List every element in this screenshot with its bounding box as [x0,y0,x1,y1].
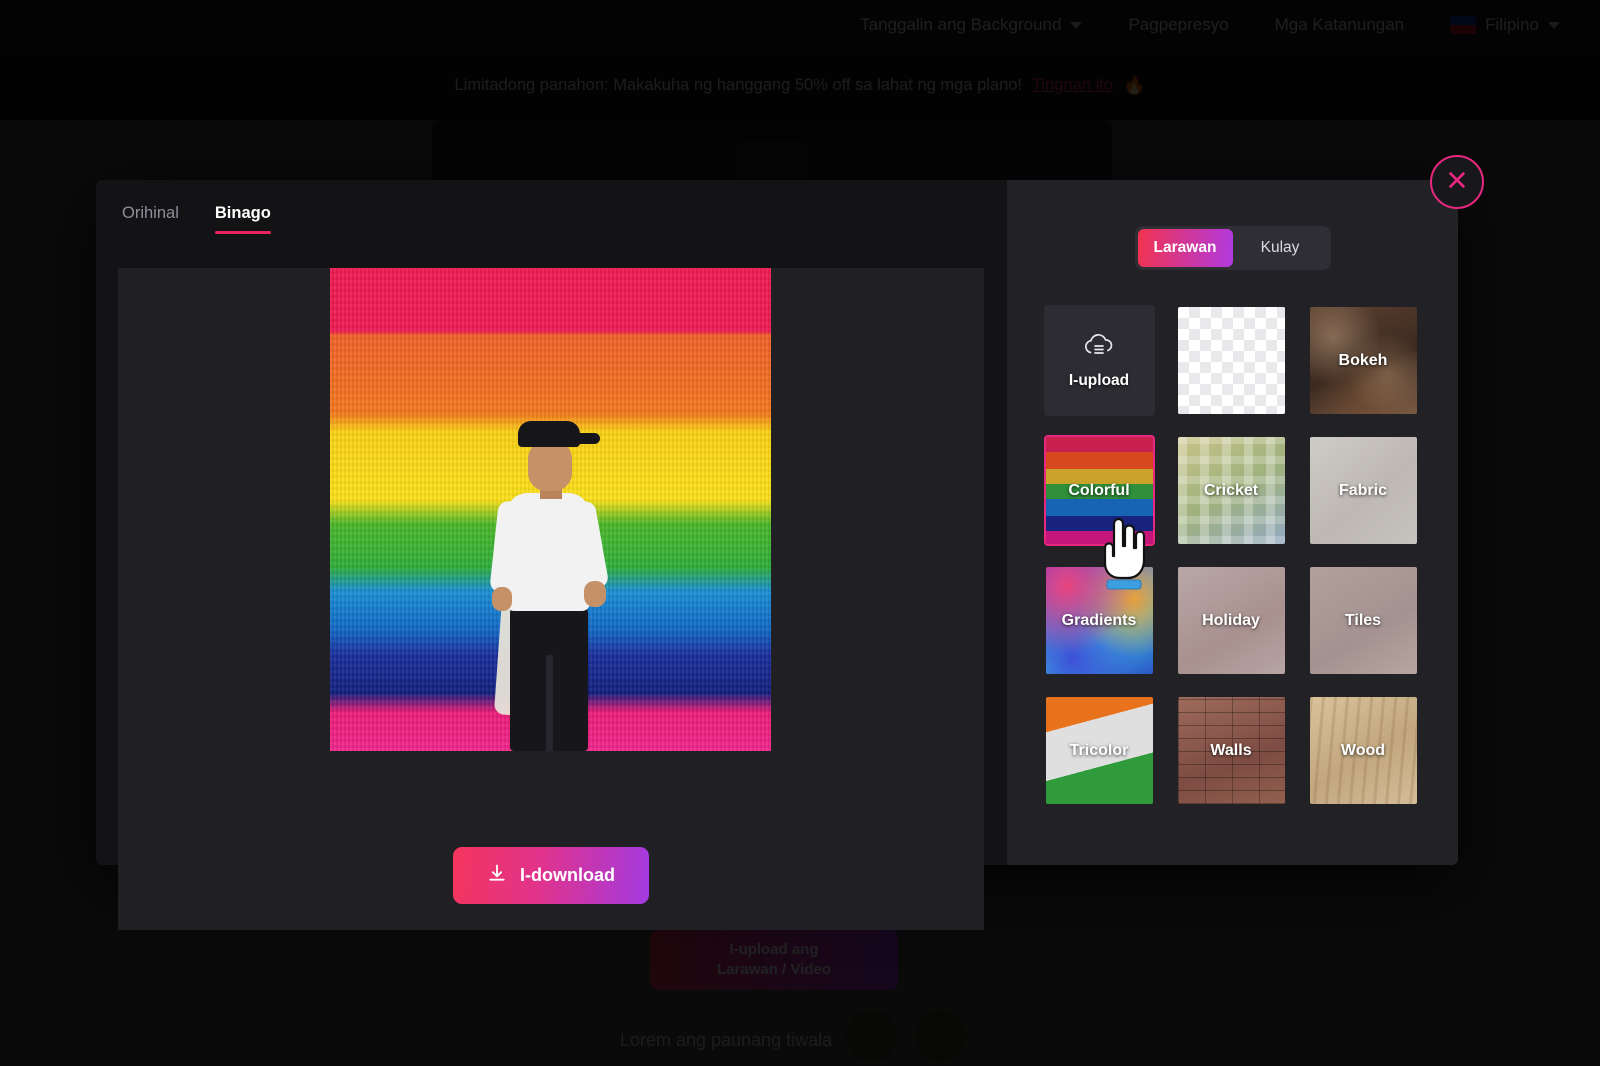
background-option-bokeh-label: Bokeh [1338,351,1388,369]
background-option-gradients-label: Gradients [1061,611,1137,629]
nav-label-pricing: Pagpepresyo [1128,15,1229,34]
tab-original[interactable]: Orihinal [122,204,179,234]
background-option-cricket[interactable]: Cricket [1176,435,1287,546]
nav-item-remove-background[interactable]: Tanggalin ang Background [860,15,1083,35]
picker-mode-toggle: Larawan Kulay [1134,226,1331,270]
close-icon [1446,169,1468,196]
background-option-wood[interactable]: Wood [1308,695,1419,806]
upload-cta-line1: I-upload ang [729,940,819,958]
app-root: Tanggalin ang Background Pagpepresyo Mga… [0,0,1600,1066]
subject-person [480,421,630,751]
upload-cta-line2: Larawan / Video [717,961,831,978]
upload-cta-button[interactable]: I-upload ang Larawan / Video [650,930,898,990]
background-option-gradients[interactable]: Gradients [1044,565,1155,676]
promo-text: Limitadong panahon: Makakuha ng hanggang… [454,75,1023,94]
avatar-1 [845,1010,897,1062]
result-image [330,268,771,751]
cloud-upload-icon [1082,332,1116,363]
background-option-bokeh[interactable]: Bokeh [1308,305,1419,416]
language-selector[interactable]: Filipino [1450,15,1560,35]
background-option-walls-label: Walls [1210,741,1252,759]
background-option-tricolor[interactable]: Tricolor [1044,695,1155,806]
nav-item-pricing[interactable]: Pagpepresyo [1128,15,1228,35]
background-grid: I-upload Bokeh Colorful Cricket Fabric G… [1043,305,1422,806]
top-navigation: Tanggalin ang Background Pagpepresyo Mga… [0,0,1600,50]
preview-tabs: Orihinal Binago [96,204,1007,234]
background-option-cricket-label: Cricket [1203,481,1259,499]
footnote-text: Lorem ang paunang tiwala [620,1030,833,1050]
promo-link[interactable]: Tingnan ito [1032,76,1113,95]
person-cap [518,421,600,447]
fire-icon: 🔥 [1123,74,1146,95]
chevron-down-icon [1070,21,1083,29]
person-legs [510,603,588,751]
nav-label-faq: Mga Katanungan [1274,15,1405,34]
background-option-tricolor-label: Tricolor [1069,741,1129,759]
background-option-holiday[interactable]: Holiday [1176,565,1287,676]
nav-item-faq[interactable]: Mga Katanungan [1275,15,1405,35]
transparent-checkerboard [1177,307,1285,414]
flag-icon [1450,16,1477,34]
background-option-tiles-label: Tiles [1344,611,1382,629]
promo-banner: Limitadong panahon: Makakuha ng hanggang… [0,50,1600,120]
background-option-upload[interactable]: I-upload [1043,305,1155,416]
background-option-colorful[interactable]: Colorful [1043,435,1155,546]
language-label: Filipino [1485,15,1539,34]
background-option-walls[interactable]: Walls [1176,695,1287,806]
person-right-hand [584,581,606,607]
background-option-wood-label: Wood [1340,741,1386,759]
editor-modal: Orihinal Binago I-download Larawan Kulay… [96,180,1458,930]
download-button[interactable]: I-download [453,847,649,904]
tab-edited[interactable]: Binago [214,204,271,234]
download-row: I-download [118,847,984,904]
download-button-label: I-download [520,865,615,885]
segment-image[interactable]: Larawan [1137,229,1233,267]
background-option-upload-label: I-upload [1068,371,1130,389]
background-option-fabric[interactable]: Fabric [1308,435,1419,546]
person-torso [506,493,590,611]
nav-label-remove-background: Tanggalin ang Background [860,15,1062,34]
preview-pane: Orihinal Binago I-download [96,180,1007,930]
background-option-holiday-label: Holiday [1202,611,1260,629]
person-left-hand [492,587,512,611]
chevron-down-icon-language [1548,21,1560,29]
background-option-colorful-label: Colorful [1068,481,1130,499]
close-modal-button[interactable] [1430,155,1484,209]
background-option-transparent[interactable] [1176,305,1287,416]
background-option-tiles[interactable]: Tiles [1308,565,1419,676]
segment-color[interactable]: Kulay [1233,229,1328,267]
avatar-2 [915,1010,967,1062]
download-icon [487,863,507,888]
background-picker-pane: Larawan Kulay I-upload Bokeh Colorful Cr… [1007,180,1458,865]
background-option-fabric-label: Fabric [1338,481,1387,499]
preview-canvas: I-download [118,268,984,930]
